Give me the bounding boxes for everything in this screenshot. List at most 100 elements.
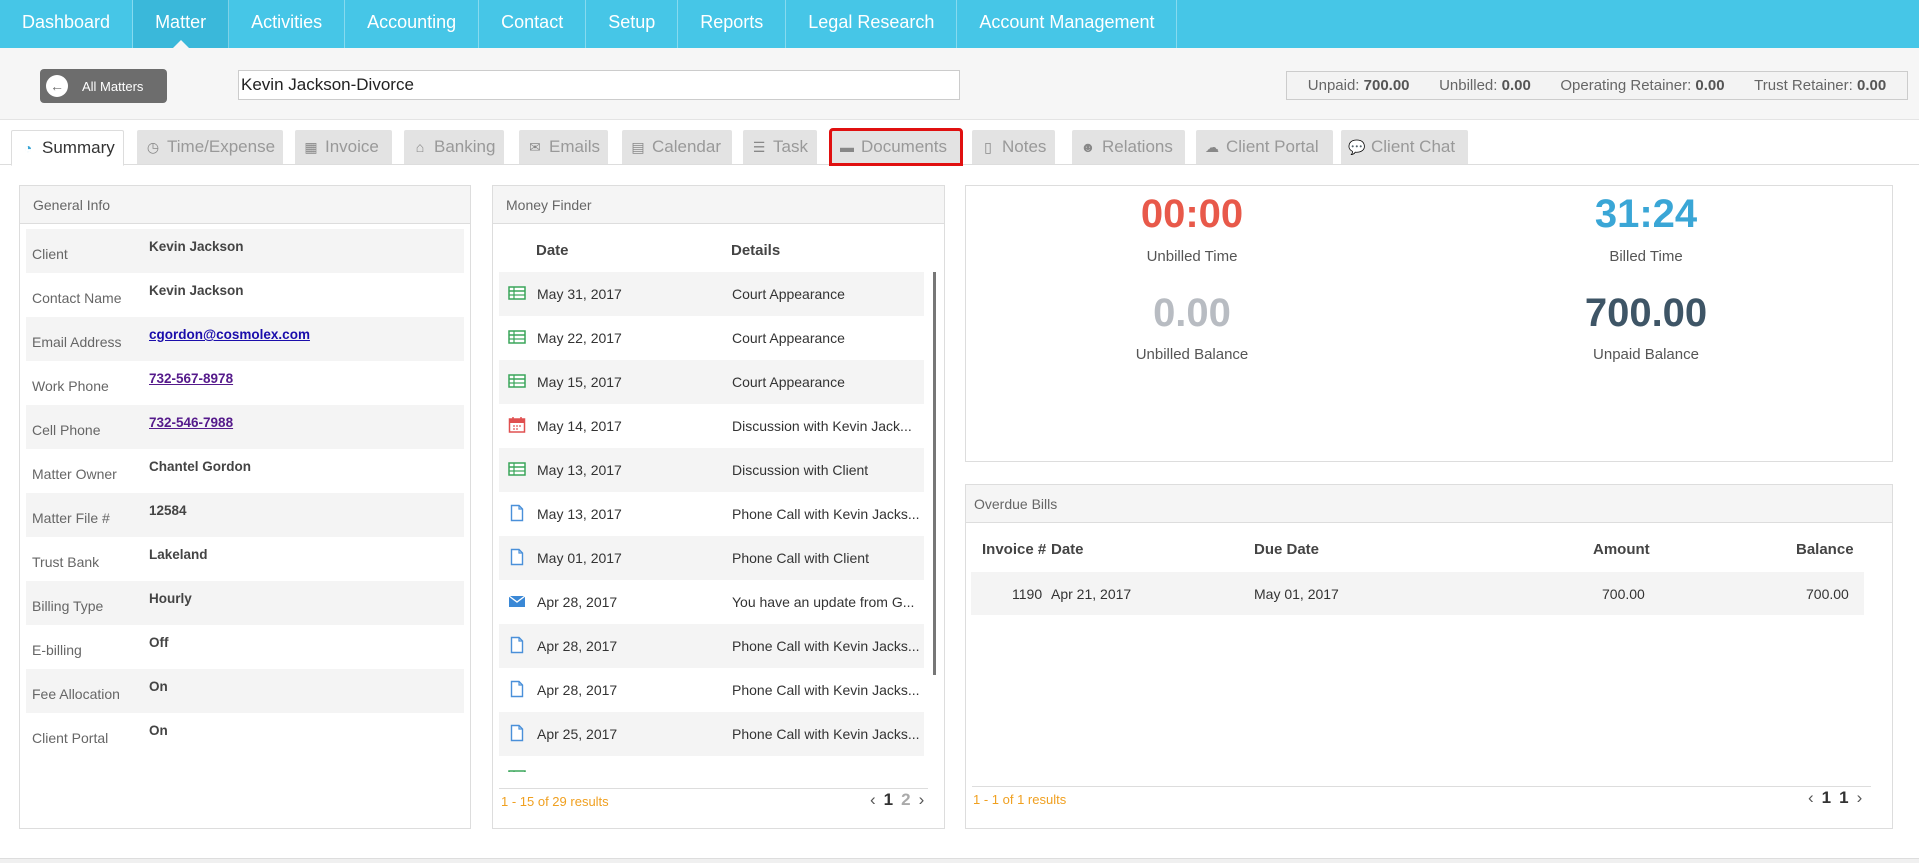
dashboard-icon: ◔ bbox=[23, 140, 33, 156]
column-header-amount[interactable]: Amount bbox=[1593, 541, 1650, 558]
page-current[interactable]: 1 bbox=[1822, 788, 1831, 808]
overdue-pager: ‹ 1 1 › bbox=[1808, 788, 1862, 808]
all-matters-label: All Matters bbox=[82, 78, 144, 94]
overdue-bills-panel: Overdue Bills bbox=[965, 484, 1893, 829]
invoice-due-date: May 01, 2017 bbox=[1254, 586, 1339, 602]
all-matters-button[interactable]: ← All Matters bbox=[40, 69, 167, 103]
unbilled-time-value: 00:00 bbox=[1140, 192, 1244, 236]
info-row-e-billing: E-billing Off bbox=[32, 635, 169, 658]
document-icon bbox=[508, 680, 526, 698]
nav-contact[interactable]: Contact bbox=[479, 0, 587, 48]
list-item[interactable]: May 31, 2017 Court Appearance bbox=[499, 272, 924, 316]
info-row-client: Client Kevin Jackson bbox=[26, 229, 464, 273]
entry-details: Phone Call with Kevin Jacks... bbox=[732, 726, 920, 742]
general-info-title: General Info bbox=[20, 186, 470, 224]
list-item[interactable]: Apr 28, 2017 Phone Call with Kevin Jacks.… bbox=[499, 624, 924, 668]
nav-matter[interactable]: Matter bbox=[133, 0, 230, 48]
matter-header: ← All Matters Unpaid: 700.00 Unbilled: 0… bbox=[0, 48, 1919, 120]
overdue-bills-title: Overdue Bills bbox=[966, 485, 1892, 523]
list-item[interactable]: May 22, 2017 Court Appearance bbox=[499, 316, 924, 360]
money-finder-scrollbar[interactable] bbox=[933, 272, 936, 675]
entry-details: Phone Call with Kevin Jacks... bbox=[732, 638, 920, 654]
next-page-button[interactable]: › bbox=[919, 790, 925, 810]
list-item[interactable]: Apr 28, 2017 Phone Call with Kevin Jacks.… bbox=[499, 668, 924, 712]
column-header-balance[interactable]: Balance bbox=[1796, 541, 1854, 558]
nav-accounting[interactable]: Accounting bbox=[345, 0, 480, 48]
arrow-left-icon: ← bbox=[46, 75, 68, 97]
tab-relations[interactable]: ☻ Relations bbox=[1072, 130, 1185, 164]
email-link[interactable]: cgordon@cosmolex.com bbox=[149, 327, 310, 342]
sheet-icon bbox=[508, 768, 526, 772]
list-item[interactable]: Apr 28, 2017 You have an update from G... bbox=[499, 580, 924, 624]
entry-details: Court Appearance bbox=[732, 330, 845, 346]
operating-retainer-summary: Operating Retainer: 0.00 bbox=[1560, 77, 1725, 94]
envelope-icon: ✉ bbox=[529, 138, 541, 155]
unbilled-balance-value: 0.00 bbox=[1153, 291, 1231, 335]
entry-details: Court Appearance bbox=[732, 374, 845, 390]
unbilled-summary: Unbilled: 0.00 bbox=[1439, 77, 1531, 94]
footer-divider bbox=[0, 858, 1919, 863]
table-row[interactable]: 1190 Apr 21, 2017 May 01, 2017 700.00 70… bbox=[971, 572, 1864, 615]
entry-date: Apr 25, 2017 bbox=[537, 726, 618, 742]
page-2-button[interactable]: 2 bbox=[901, 790, 910, 810]
nav-dashboard[interactable]: Dashboard bbox=[0, 0, 134, 48]
list-item[interactable]: Apr 23, 2017 Client Meeting - Complete In… bbox=[499, 756, 924, 772]
tab-banking[interactable]: ⌂ Banking bbox=[404, 130, 504, 164]
column-header-date[interactable]: Date bbox=[1051, 541, 1084, 558]
overdue-results: 1 - 1 of 1 results bbox=[973, 792, 1067, 807]
unbilled-time-label: Unbilled Time bbox=[1146, 248, 1238, 265]
list-item[interactable]: May 13, 2017 Discussion with Client bbox=[499, 448, 924, 492]
unpaid-summary: Unpaid: 700.00 bbox=[1307, 77, 1410, 94]
clock-icon: ◷ bbox=[146, 138, 160, 155]
nav-reports[interactable]: Reports bbox=[678, 0, 787, 48]
nav-setup[interactable]: Setup bbox=[586, 0, 679, 48]
list-item[interactable]: May 15, 2017 Court Appearance bbox=[499, 360, 924, 404]
tab-client-portal[interactable]: ☁ Client Portal bbox=[1196, 130, 1333, 164]
entry-date: May 15, 2017 bbox=[537, 374, 622, 390]
document-icon bbox=[508, 724, 526, 742]
tab-documents[interactable]: ▬ Documents bbox=[829, 128, 963, 166]
unpaid-balance-label: Unpaid Balance bbox=[1593, 346, 1699, 363]
tab-emails[interactable]: ✉ Emails bbox=[519, 130, 608, 164]
list-item[interactable]: May 13, 2017 Phone Call with Kevin Jacks.… bbox=[499, 492, 924, 536]
users-icon: ☻ bbox=[1080, 139, 1096, 155]
column-header-due-date[interactable]: Due Date bbox=[1254, 541, 1319, 558]
tab-summary[interactable]: ◔ Summary bbox=[11, 130, 124, 166]
entry-date: May 14, 2017 bbox=[537, 418, 622, 434]
tab-task[interactable]: ☰ Task bbox=[743, 130, 817, 164]
column-header-details[interactable]: Details bbox=[731, 242, 780, 259]
list-item[interactable]: May 14, 2017 Discussion with Kevin Jack..… bbox=[499, 404, 924, 448]
nav-activities[interactable]: Activities bbox=[229, 0, 346, 48]
invoice-date: Apr 21, 2017 bbox=[1051, 586, 1132, 602]
entry-date: May 01, 2017 bbox=[537, 550, 622, 566]
money-finder-results: 1 - 15 of 29 results bbox=[501, 794, 609, 809]
matter-name-input[interactable] bbox=[238, 70, 960, 100]
invoice-amount: 700.00 bbox=[1602, 586, 1645, 602]
billed-time-label: Billed Time bbox=[1609, 248, 1683, 265]
list-item[interactable]: May 01, 2017 Phone Call with Client bbox=[499, 536, 924, 580]
tab-invoice[interactable]: ▦ Invoice bbox=[295, 130, 392, 164]
column-header-invoice[interactable]: Invoice # bbox=[982, 541, 1046, 558]
tab-calendar[interactable]: ▤ Calendar bbox=[622, 130, 732, 164]
entry-details: Phone Call with Kevin Jacks... bbox=[732, 682, 920, 698]
list-item[interactable]: Apr 25, 2017 Phone Call with Kevin Jacks.… bbox=[499, 712, 924, 756]
matter-tabs: ◔ Summary ◷ Time/Expense ▦ Invoice ⌂ Banking… bbox=[0, 128, 1919, 166]
tab-client-chat[interactable]: 💬 Client Chat bbox=[1341, 130, 1468, 164]
column-header-date[interactable]: Date bbox=[536, 242, 569, 259]
prev-page-button[interactable]: ‹ bbox=[1808, 788, 1814, 808]
nav-legal-research[interactable]: Legal Research bbox=[786, 0, 958, 48]
tab-notes[interactable]: ▯ Notes bbox=[972, 130, 1055, 164]
prev-page-button[interactable]: ‹ bbox=[870, 790, 876, 810]
next-page-button[interactable]: › bbox=[1857, 788, 1863, 808]
tab-time-expense[interactable]: ◷ Time/Expense bbox=[137, 130, 283, 164]
entry-details: Court Appearance bbox=[732, 286, 845, 302]
cell-phone-link[interactable]: 732-546-7988 bbox=[149, 415, 233, 430]
money-finder-pager: ‹ 1 2 › bbox=[870, 790, 924, 810]
unbilled-balance-label: Unbilled Balance bbox=[1135, 346, 1249, 363]
table-icon: ▦ bbox=[304, 138, 318, 155]
nav-account-management[interactable]: Account Management bbox=[957, 0, 1178, 48]
page-1-button[interactable]: 1 bbox=[884, 790, 893, 810]
info-row-cell-phone: Cell Phone 732-546-7988 bbox=[26, 405, 464, 449]
work-phone-link[interactable]: 732-567-8978 bbox=[149, 371, 233, 386]
page-total: 1 bbox=[1839, 788, 1849, 807]
